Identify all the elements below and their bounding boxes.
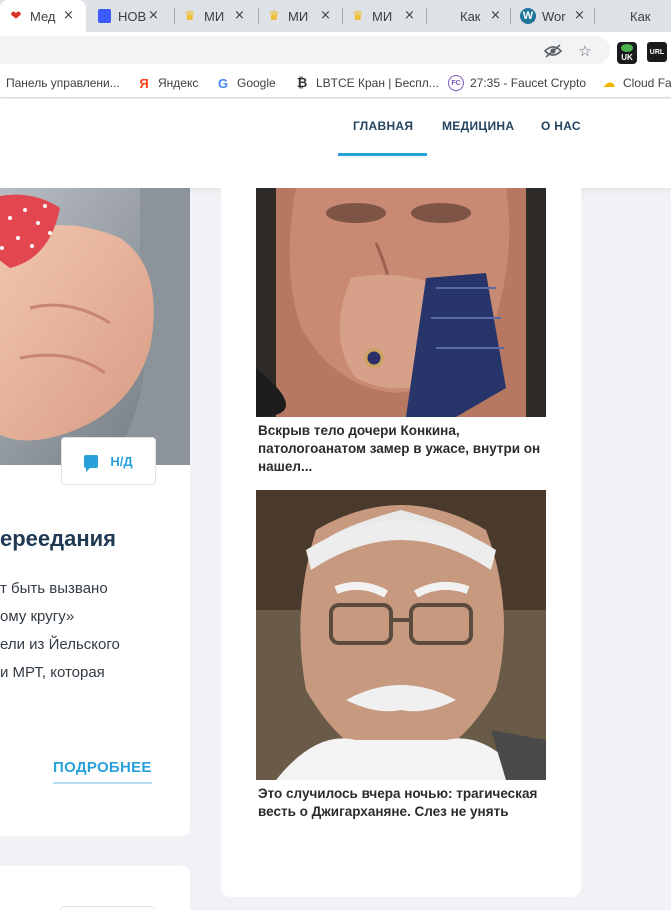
bookmark-label: Google [237,76,276,90]
news-image[interactable] [256,490,546,780]
tab[interactable]: ♛ МИ × [260,0,342,32]
bookmark-label: 27:35 - Faucet Crypto [470,76,587,90]
yandex-icon: Я [139,75,149,91]
tab-title: МИ [288,8,309,24]
comment-icon [84,454,99,472]
nav-home[interactable]: ГЛАВНАЯ [353,119,413,133]
uk-extension-label: UK [621,53,633,62]
tab-title: Мед [30,8,56,24]
comments-button[interactable] [60,906,155,910]
heart-favicon: ❤ [10,8,22,23]
tab-title: Как [460,8,481,24]
crown-favicon: ♛ [352,8,364,23]
bookmark-label: Панель управлени... [6,76,120,90]
tab-close-icon[interactable]: × [404,9,415,23]
google-icon: G [217,75,229,91]
tab-close-icon[interactable]: × [574,9,585,23]
nav-about[interactable]: О НАС [541,119,581,133]
article-excerpt-line: и МРТ, которая [0,664,105,681]
comments-button[interactable]: Н/Д [61,437,156,485]
tab-title: Как [630,8,651,24]
browser-toolbar: ☆ UK URL [0,32,671,68]
article-card: Н/Д ереедания т быть вызвано ому кругу» … [0,188,190,836]
news-title[interactable]: Вскрыв тело дочери Конкина, патологоанат… [258,422,548,476]
bookmark-item[interactable]: Я Яндекс [136,68,198,98]
comments-count: Н/Д [110,453,133,469]
bookmark-item[interactable]: ₿ LBTCE Кран | Беспл... [294,68,439,98]
crown-favicon: ♛ [184,8,196,23]
tab-separator [174,8,175,24]
nav-medicine[interactable]: МЕДИЦИНА [442,119,514,133]
article-excerpt-line: т быть вызвано [0,580,108,597]
tab-close-icon[interactable]: × [490,9,501,23]
url-extension-label: URL [649,48,665,56]
star-icon[interactable]: ☆ [576,42,594,60]
article-card [0,866,190,910]
tab[interactable]: W Wor × [512,0,594,32]
tab-close-icon[interactable]: × [234,9,245,23]
tab[interactable]: Как × [428,0,510,32]
bookmark-label: LBTCE Кран | Беспл... [316,76,439,90]
tab-title: МИ [204,8,225,24]
article-excerpt-line: ели из Йельского [0,636,120,653]
bookmark-item[interactable]: Панель управлени... [6,68,120,98]
tab-close-icon[interactable]: × [63,9,74,23]
bookmark-item[interactable]: ☁ Cloud Fa [601,68,671,98]
bookmark-label: Яндекс [158,76,199,90]
crown-favicon: ♛ [268,8,280,23]
bookmark-item[interactable]: FC 27:35 - Faucet Crypto [448,68,586,98]
bookmark-label: Cloud Fa [623,76,671,90]
tab-title: МИ [372,8,393,24]
tab-separator [510,8,511,24]
wordpress-favicon: W [520,8,536,24]
browser-tab-strip: ❤ Мед × НОВ × ♛ МИ × ♛ МИ × ♛ МИ × Как ×… [0,0,671,32]
nav-active-indicator [338,153,427,156]
tab[interactable]: ♛ МИ × [344,0,426,32]
news-sidebar: Вскрыв тело дочери Конкина, патологоанат… [221,188,581,897]
bookmark-item[interactable]: G Google [215,68,276,98]
document-favicon [96,8,112,24]
url-extension-icon[interactable]: URL [647,42,667,62]
site-header: ГЛАВНАЯ МЕДИЦИНА О НАС [0,99,671,188]
tab-title: НОВ [118,8,147,24]
eye-slash-icon[interactable] [544,42,562,60]
tab[interactable]: Как [596,0,671,32]
bookmarks-bar: Панель управлени... Я Яндекс G Google ₿ … [0,68,671,98]
tab-close-icon[interactable]: × [148,9,159,23]
article-excerpt-line: ому кругу» [0,608,75,625]
article-title[interactable]: ереедания [0,526,116,552]
tab[interactable]: НОВ × [90,0,170,32]
tab-title: Wor [542,8,566,24]
read-more-link[interactable]: ПОДРОБНЕЕ [53,759,152,784]
tab-active[interactable]: ❤ Мед × [0,0,86,32]
faucetcrypto-icon: FC [448,75,464,91]
tab-close-icon[interactable]: × [320,9,331,23]
article-photo[interactable] [0,188,190,465]
uk-extension-icon[interactable]: UK [617,42,637,64]
cloud-icon: ☁ [602,75,616,91]
news-image[interactable] [256,188,546,417]
bitcoin-icon: ₿ [296,76,308,91]
tab-separator [594,8,595,24]
news-title[interactable]: Это случилось вчера ночью: трагическая в… [258,785,548,821]
address-bar[interactable] [0,36,610,64]
tab-separator [258,8,259,24]
tab-separator [342,8,343,24]
tab-separator [426,8,427,24]
tab[interactable]: ♛ МИ × [176,0,256,32]
